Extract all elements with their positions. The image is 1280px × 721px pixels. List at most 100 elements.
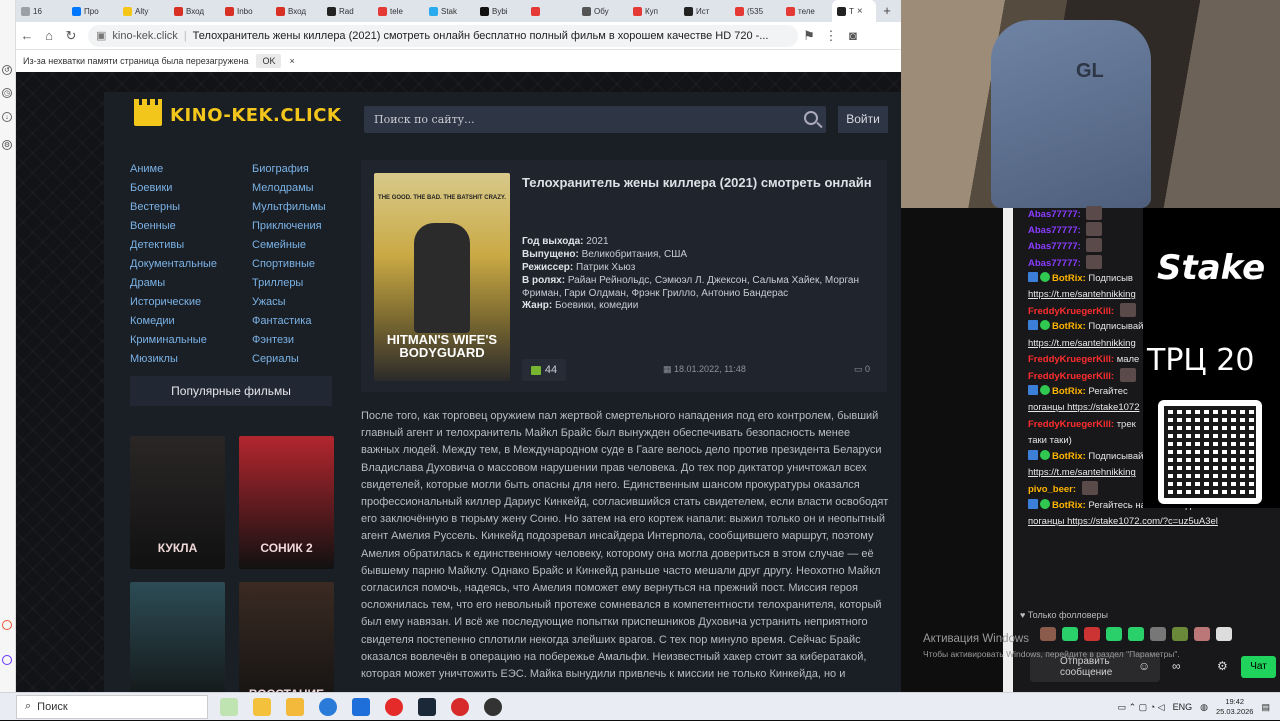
browser-tab[interactable]: теле — [781, 0, 832, 22]
new-tab-button[interactable]: + — [880, 4, 894, 18]
bookmark-icon[interactable]: ⚑ — [798, 28, 820, 44]
genre-link[interactable]: Биография — [252, 163, 309, 175]
genre-link[interactable]: Криминальные — [130, 334, 207, 346]
genre-link[interactable]: Аниме — [130, 163, 163, 175]
search-input[interactable]: Поиск по сайту... — [364, 106, 826, 133]
chat-username[interactable]: Abas77777: — [1028, 209, 1081, 220]
chat-username[interactable]: FreddyKruegerKill: — [1028, 306, 1114, 317]
movie-poster[interactable]: THE GOOD. THE BAD. THE BATSHIT CRAZY. HI… — [374, 173, 510, 381]
chat-username[interactable]: FreddyKruegerKill: — [1028, 371, 1114, 382]
chat-text[interactable]: поганцы https://stake1072 — [1028, 402, 1139, 413]
genre-link[interactable]: Приключения — [252, 220, 322, 232]
browser-tab[interactable]: Т × — [832, 0, 876, 22]
popular-poster[interactable]: ВОССТАНИЕ — [239, 582, 334, 692]
genre-link[interactable]: Комедии — [130, 315, 175, 327]
browser-tab[interactable]: (535 — [730, 0, 781, 22]
comment-count[interactable]: ▭ 0 — [854, 364, 870, 375]
download-icon[interactable]: ↓ — [2, 112, 12, 122]
genre-link[interactable]: Документальные — [130, 258, 217, 270]
chat-username[interactable]: Abas77777: — [1028, 258, 1081, 269]
settings-icon[interactable]: ⚙ — [2, 140, 12, 150]
genre-link[interactable]: Военные — [130, 220, 176, 232]
genre-link[interactable]: Спортивные — [252, 258, 315, 270]
task-view-icon[interactable] — [220, 697, 238, 716]
notification-icon[interactable] — [2, 620, 12, 630]
profile-icon[interactable]: ◙ — [842, 28, 864, 43]
chat-username[interactable]: BotRix: — [1052, 386, 1086, 397]
browser-tab[interactable]: Обу — [577, 0, 628, 22]
info-bar-ok-button[interactable]: OK — [256, 54, 282, 68]
genre-link[interactable]: Детективы — [130, 239, 184, 251]
browser-tab[interactable]: 16 — [16, 0, 67, 22]
genre-link[interactable]: Ужасы — [252, 296, 286, 308]
mail-icon[interactable] — [352, 697, 370, 716]
genre-link[interactable]: Фантастика — [252, 315, 311, 327]
emote-icon[interactable] — [1194, 627, 1210, 641]
browser-tab[interactable]: tele — [373, 0, 424, 22]
browser-tab[interactable]: Stak — [424, 0, 475, 22]
browser-tab[interactable]: Ист — [679, 0, 730, 22]
genre-link[interactable]: Мультфильмы — [252, 201, 326, 213]
home-icon[interactable]: ⌂ — [38, 28, 60, 43]
obs-icon[interactable] — [484, 697, 502, 716]
steam-icon[interactable] — [418, 697, 436, 716]
browser-tab[interactable]: Про — [67, 0, 118, 22]
browser-tab[interactable]: Вход — [169, 0, 220, 22]
browser-tab[interactable]: Alty — [118, 0, 169, 22]
emote-icon[interactable] — [1216, 627, 1232, 641]
clock[interactable]: 19:42 25.03.2026 — [1216, 697, 1254, 717]
extension-icon[interactable] — [2, 655, 12, 665]
edge-icon[interactable] — [319, 697, 337, 716]
yandex-icon[interactable] — [385, 697, 403, 716]
chat-username[interactable]: BotRix: — [1052, 451, 1086, 462]
notification-center-icon[interactable]: ▤ — [1261, 702, 1270, 713]
like-button[interactable]: 44 — [522, 359, 566, 381]
popular-poster[interactable]: СОНИК 2 — [239, 436, 334, 569]
genre-link[interactable]: Семейные — [252, 239, 306, 251]
folder-icon[interactable] — [286, 697, 304, 716]
gear-icon[interactable]: ⚙ — [1217, 659, 1228, 673]
genre-link[interactable]: Боевики — [130, 182, 172, 194]
chat-text[interactable]: поганцы https://stake1072.com/?c=uz5uA3e… — [1028, 516, 1218, 527]
menu-icon[interactable]: ⋮ — [820, 28, 842, 44]
close-tab-icon[interactable]: × — [857, 6, 863, 17]
browser-tab[interactable]: Bybi — [475, 0, 526, 22]
chat-username[interactable]: Abas77777: — [1028, 241, 1081, 252]
store-icon[interactable] — [253, 697, 271, 716]
tray-icons[interactable]: ▭ ⌃ ▢ ◔ ◁ — [1118, 702, 1165, 713]
address-bar[interactable]: ▣ kino-kek.click | Телохранитель жены ки… — [88, 24, 798, 47]
site-logo[interactable]: KINO-KEK.CLICK — [134, 99, 341, 126]
chat-username[interactable]: FreddyKruegerKill: — [1028, 419, 1114, 430]
chat-username[interactable]: BotRix: — [1052, 321, 1086, 332]
genre-link[interactable]: Фэнтези — [252, 334, 294, 346]
browser-tab[interactable]: Inbo — [220, 0, 271, 22]
wifi-icon[interactable]: ◍ — [1200, 702, 1208, 713]
chat-username[interactable]: BotRix: — [1052, 500, 1086, 511]
chat-username[interactable]: FreddyKruegerKill: — [1028, 354, 1114, 365]
popular-poster[interactable] — [130, 582, 225, 692]
chat-scrollbar[interactable] — [1003, 208, 1013, 692]
genre-link[interactable]: Триллеры — [252, 277, 303, 289]
genre-link[interactable]: Исторические — [130, 296, 201, 308]
browser-tab[interactable]: Вход — [271, 0, 322, 22]
chat-text[interactable]: https://t.me/santehnikking — [1028, 289, 1136, 300]
genre-link[interactable]: Вестерны — [130, 201, 180, 213]
browser-tab[interactable]: Куп — [628, 0, 679, 22]
browser-tab[interactable] — [526, 0, 577, 22]
close-icon[interactable]: × — [289, 56, 294, 66]
chat-username[interactable]: Abas77777: — [1028, 225, 1081, 236]
history-icon[interactable]: ↺ — [2, 65, 12, 75]
genre-link[interactable]: Мелодрамы — [252, 182, 314, 194]
popular-poster[interactable]: КУКЛА — [130, 436, 225, 569]
language-indicator[interactable]: ENG — [1173, 702, 1193, 712]
chat-text[interactable]: https://t.me/santehnikking — [1028, 338, 1136, 349]
genre-link[interactable]: Сериалы — [252, 353, 299, 365]
chat-send-button[interactable]: Чат — [1241, 656, 1276, 678]
genre-link[interactable]: Мюзиклы — [130, 353, 178, 365]
clock-icon[interactable]: ◷ — [2, 88, 12, 98]
genre-link[interactable]: Драмы — [130, 277, 165, 289]
chat-text[interactable]: https://t.me/santehnikking — [1028, 467, 1136, 478]
browser-tab[interactable]: Rad — [322, 0, 373, 22]
yandex-browser-icon[interactable] — [451, 697, 469, 716]
chat-username[interactable]: pivo_beer: — [1028, 484, 1076, 495]
